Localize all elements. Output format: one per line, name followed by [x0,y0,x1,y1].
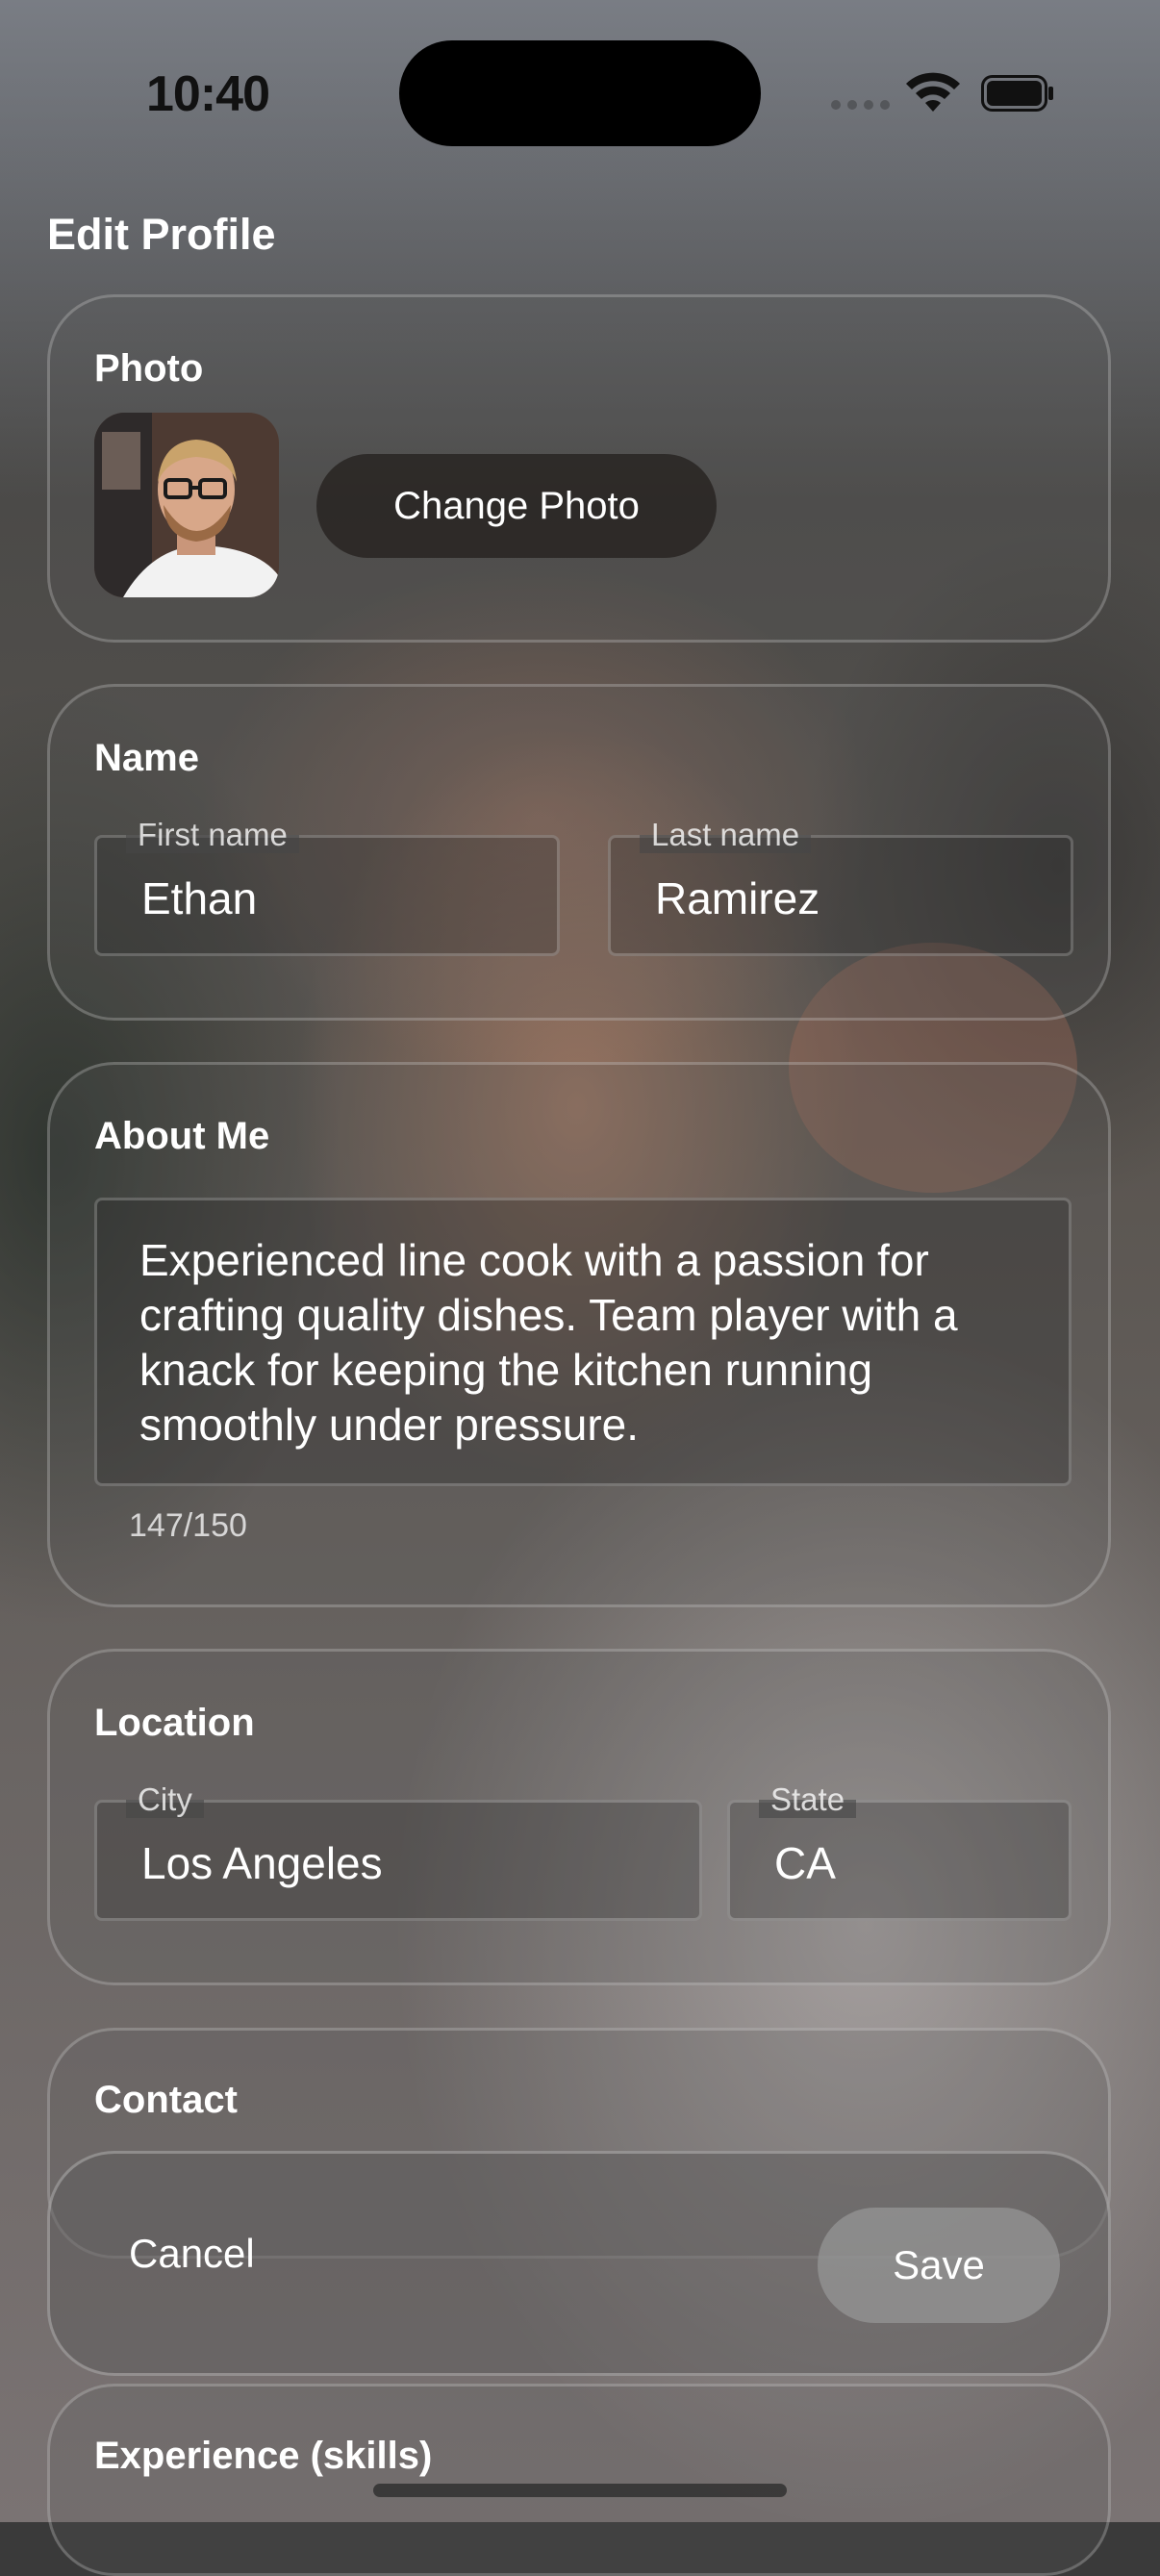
first-name-value: Ethan [141,873,258,923]
last-name-label: Last name [640,817,812,853]
last-name-value: Ramirez [655,873,820,923]
about-me-textarea[interactable]: Experienced line cook with a passion for… [94,1198,1072,1486]
dynamic-island [399,40,761,146]
person-photo-icon [94,413,279,597]
experience-card: Experience (skills) [47,2384,1111,2576]
wifi-icon [906,72,960,112]
cellular-signal-icon [831,100,890,110]
cancel-button[interactable]: Cancel [129,2231,255,2277]
home-indicator[interactable] [373,2484,787,2497]
city-label: City [126,1781,204,1818]
city-value: Los Angeles [141,1838,383,1888]
first-name-field[interactable]: First name Ethan [94,817,560,956]
about-me-card-title: About Me [94,1115,270,1157]
page-title: Edit Profile [47,210,276,259]
city-field[interactable]: City Los Angeles [94,1781,702,1921]
battery-icon [981,75,1053,112]
about-me-card: About Me Experienced line cook with a pa… [47,1062,1111,1607]
state-value: CA [774,1838,836,1888]
photo-card-title: Photo [94,347,204,390]
state-label: State [759,1781,857,1818]
character-counter: 147/150 [129,1507,247,1544]
avatar[interactable] [94,413,279,597]
status-time: 10:40 [146,66,270,122]
last-name-field[interactable]: Last name Ramirez [608,817,1073,956]
name-card: Name First name Ethan Last name Ramirez [47,684,1111,1021]
contact-card-title: Contact [94,2079,238,2121]
change-photo-button[interactable]: Change Photo [316,454,717,558]
status-bar: 10:40 [0,0,1160,192]
experience-card-title: Experience (skills) [94,2435,433,2477]
save-button[interactable]: Save [818,2208,1060,2323]
location-card-title: Location [94,1702,255,1744]
first-name-label: First name [126,817,299,853]
action-bar: Cancel Save [47,2151,1111,2376]
location-card: Location City Los Angeles State CA [47,1649,1111,1985]
name-card-title: Name [94,737,199,779]
photo-card: Photo Change Photo [47,294,1111,643]
state-field[interactable]: State CA [727,1781,1072,1921]
